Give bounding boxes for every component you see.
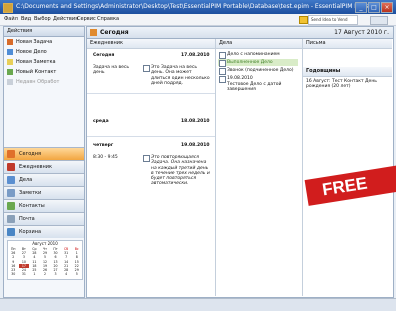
recent-action: Недавн Обработ [4,77,84,87]
nav-today[interactable]: Сегодня [4,147,84,160]
calendar-grid[interactable]: Пн Вт Ср Чт Пт Сб Вс 26 27 28 29 30 31 1 2 3 4 5 6 7 8 9 10 11 1… [8,247,82,276]
new-task-action[interactable]: Новая Задача [4,37,84,47]
page-title: Сегодня [100,29,129,36]
new-todo-action[interactable]: Новое Дело [4,47,84,57]
menu-tools[interactable]: Сервис [77,16,96,22]
calendar-day[interactable]: 5 [71,272,82,276]
contacts-icon [7,202,15,210]
anniversary-item[interactable]: 16 Август: Тест Контакт День рождения (2… [306,79,388,90]
menu-bar: Файл Вид Выбор Действия Сервис Справка S… [0,14,396,26]
today-header: Сегодня 17 Август 2010 г. [87,27,393,39]
todo-column-header: Дела [216,39,302,49]
todo-checkbox[interactable] [219,52,226,59]
allday-checkbox[interactable] [143,65,150,72]
divider [87,93,215,94]
new-contact-action[interactable]: Новый Контакт [4,67,84,77]
event-text[interactable]: Это повторяющаяся Задача. Она назначена … [151,155,211,187]
maximize-button[interactable]: □ [368,2,380,13]
calendar-day[interactable]: 31 [19,272,30,276]
day-date: 19.08.2010 [181,143,210,148]
task-icon [7,38,13,45]
calendar-icon [7,163,15,171]
day-label: среда [93,119,109,124]
diary-column-header: Ежедневник [87,39,215,49]
nav-todo[interactable]: Дела [4,173,84,186]
todo-checkbox[interactable] [219,60,226,67]
calendar-day[interactable]: 2 [40,272,51,276]
notes-icon [7,189,15,197]
nav-contacts[interactable]: Контакты [4,199,84,212]
todo-item[interactable]: Выполненное Дело [227,60,273,65]
trash-icon [7,228,15,236]
nav-calendar[interactable]: Ежедневник [4,160,84,173]
title-bar: C:\Documents and Settings\Administrator\… [0,0,396,14]
todo-icon [7,48,13,55]
todo-column: Дела Дело с напоминанием Выполненное Дел… [216,39,303,296]
contact-icon [7,68,13,75]
lightbulb-icon [299,16,308,24]
event-checkbox[interactable] [143,155,150,162]
todo-list-icon [7,176,15,184]
day-date: 18.08.2010 [181,119,210,124]
current-date: 17 Август 2010 г. [334,29,389,36]
menu-actions[interactable]: Действия [53,16,78,22]
menu-file[interactable]: Файл [4,16,18,22]
status-bar [0,298,396,311]
minimize-button[interactable]: _ [355,2,367,13]
todo-item[interactable]: Дело с напоминанием [227,52,280,57]
todo-item[interactable]: Звонок (подчиненное Дело) [227,68,294,73]
menu-select[interactable]: Выбор [34,16,51,22]
mail-column-header: Письма [303,39,392,49]
window-title: C:\Documents and Settings\Administrator\… [16,3,380,10]
divider [87,136,215,137]
calendar-day[interactable]: 3 [50,272,61,276]
calendar-day[interactable]: 1 [29,272,40,276]
recent-icon [7,78,13,85]
calendar-day[interactable]: 30 [8,272,19,276]
nav-trash[interactable]: Корзина [4,225,84,238]
app-icon [3,3,13,13]
todo-checkbox[interactable] [219,68,226,75]
event-time: 8:30 - 9:45 [93,155,118,160]
day-label: Сегодня [93,53,115,58]
new-note-action[interactable]: Новая Заметка [4,57,84,67]
todo-checkbox[interactable] [219,76,226,83]
today-icon [7,150,15,158]
actions-header: Действия [4,27,84,37]
nav-mail[interactable]: Почта [4,212,84,225]
day-date: 17.08.2010 [181,53,210,58]
nav-notes[interactable]: Заметки [4,186,84,199]
calendar-day[interactable]: 4 [61,272,72,276]
close-button[interactable]: × [381,2,393,13]
todo-item[interactable]: 19.08.2010 [227,76,253,81]
mini-calendar[interactable]: Август 2010 Пн Вт Ср Чт Пт Сб Вс 26 27 28 29 30 31 1 2… [7,240,83,280]
todo-subtext: Тестовое Дело с датой завершения [227,82,282,93]
idea-hint[interactable]: Send Idea to Vend [308,15,358,25]
menu-view[interactable]: Вид [21,16,31,22]
toolbar-menu-icon[interactable] [370,16,388,25]
anniversaries-header: Годовщины [303,67,392,77]
allday-text[interactable]: Это Задача на весь день. Она может длить… [151,65,211,86]
note-icon [7,58,13,65]
day-label: четверг [93,143,114,148]
sidebar: Действия Новая Задача Новое Дело Новая З… [3,26,85,298]
today-panel: Сегодня 17 Август 2010 г. Ежедневник Сег… [86,26,394,298]
today-icon [90,29,97,36]
diary-column: Ежедневник Сегодня 17.08.2010 Задача на … [87,39,216,296]
mail-icon [7,215,15,223]
allday-label: Задача на весь день [93,65,130,75]
menu-help[interactable]: Справка [97,16,119,22]
